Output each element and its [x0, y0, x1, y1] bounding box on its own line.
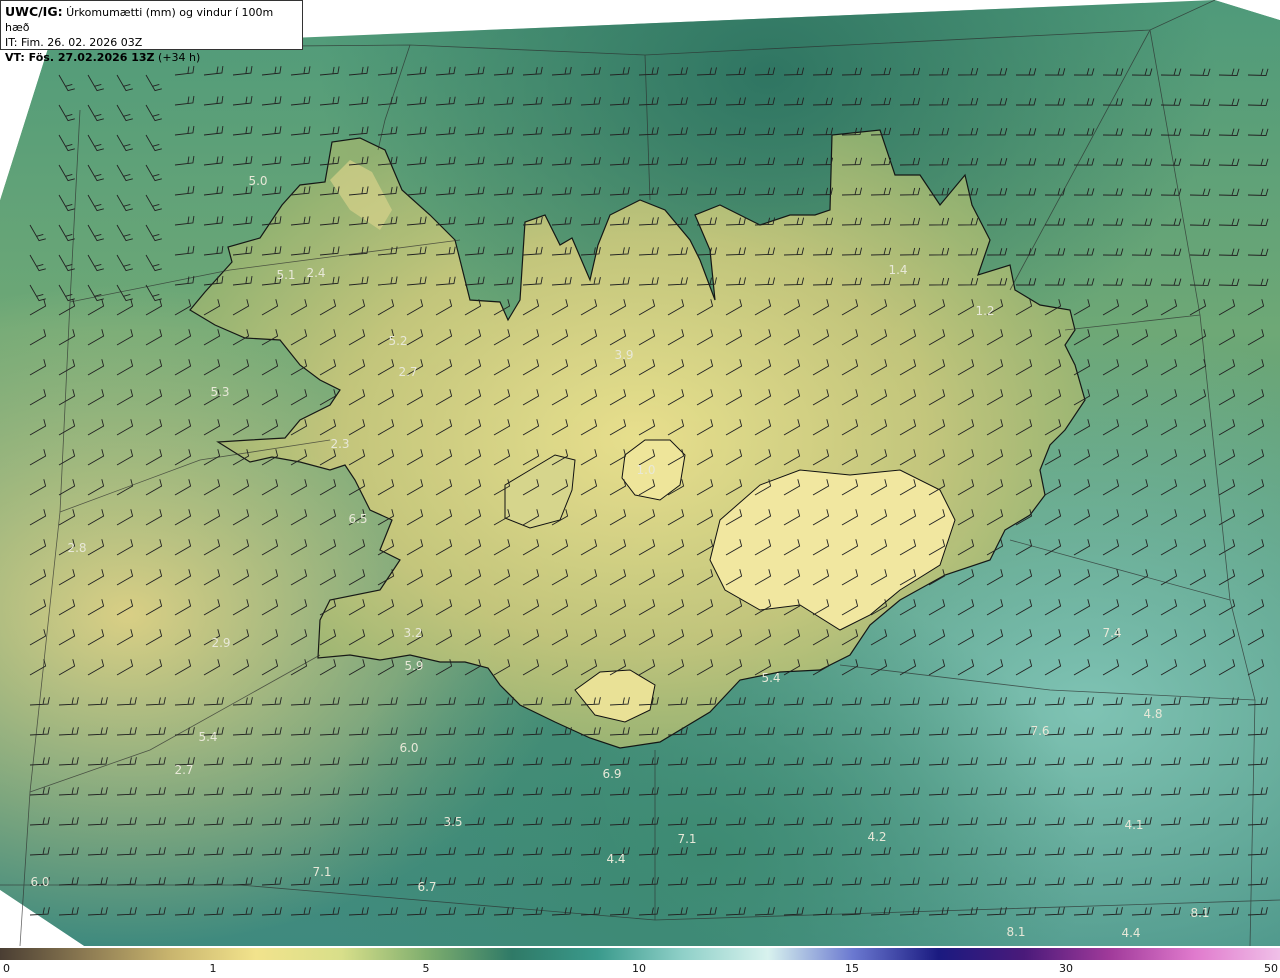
precip-label: 2.8	[67, 541, 86, 555]
precip-label: 1.2	[975, 304, 994, 318]
map-title-box: UWC/IG: Úrkomumætti (mm) og vindur í 100…	[0, 0, 303, 64]
precip-label: 5.0	[248, 174, 267, 188]
precip-label: 4.8	[1143, 707, 1162, 721]
precip-label: 6.9	[602, 767, 621, 781]
precip-label: 8.1	[1190, 906, 1209, 920]
precip-label: 2.4	[306, 266, 325, 280]
precip-label: 4.4	[1121, 926, 1140, 940]
precip-label: 3.5	[443, 815, 462, 829]
precip-label: 5.9	[404, 659, 423, 673]
precip-label: 3.9	[614, 348, 633, 362]
precip-label: 1.4	[888, 263, 907, 277]
precip-label: 6.5	[348, 512, 367, 526]
precip-label: 5.4	[198, 730, 217, 744]
precip-label: 6.0	[399, 741, 418, 755]
precipitation-wind-map: 5.0 5.1 2.4 5.2 2.7 5.3 2.3 6.5 2.8 3.9 1.0 1.4 1.2 3…	[0, 0, 1280, 946]
valid-time: VT: Fös. 27.02.2026 13Z	[5, 51, 155, 64]
precip-label: 7.6	[1030, 724, 1049, 738]
colorbar-gradient	[0, 948, 1280, 960]
precip-label: 6.7	[417, 880, 436, 894]
precip-label: 1.0	[636, 463, 655, 477]
product-code: UWC/IG:	[5, 4, 63, 19]
colorbar-band	[0, 948, 1280, 960]
precip-label: 7.1	[312, 865, 331, 879]
precip-label: 5.2	[388, 334, 407, 348]
colorbar-tick-3: 10	[632, 962, 646, 975]
precip-label: 2.7	[174, 763, 193, 777]
colorbar-tick-2: 5	[422, 962, 430, 975]
colorbar: 0 1 5 10 15 30 50	[0, 946, 1280, 978]
precip-label: 4.2	[867, 830, 886, 844]
precip-label: 7.1	[677, 832, 696, 846]
precip-label: 7.4	[1102, 626, 1121, 640]
precip-label: 2.3	[330, 437, 349, 451]
initial-time: IT: Fim. 26. 02. 2026 03Z	[5, 36, 143, 49]
precip-label: 2.9	[211, 636, 230, 650]
precip-label: 6.0	[30, 875, 49, 889]
precip-label: 3.2	[403, 626, 422, 640]
colorbar-tick-4: 15	[845, 962, 859, 975]
precip-label: 2.7	[398, 365, 417, 379]
precip-label: 4.1	[1124, 818, 1143, 832]
colorbar-tick-1: 1	[209, 962, 217, 975]
map-stage: 5.0 5.1 2.4 5.2 2.7 5.3 2.3 6.5 2.8 3.9 1.0 1.4 1.2 3…	[0, 0, 1280, 978]
precip-label: 5.3	[210, 385, 229, 399]
colorbar-tick-5: 30	[1059, 962, 1073, 975]
precip-label: 4.4	[606, 852, 625, 866]
precip-label: 5.4	[761, 671, 780, 685]
precip-label: 5.1	[276, 268, 295, 282]
colorbar-tick-0: 0	[3, 962, 10, 975]
precip-label: 8.1	[1006, 925, 1025, 939]
colorbar-tick-6: 50	[1264, 962, 1278, 975]
forecast-hour: (+34 h)	[158, 51, 201, 64]
